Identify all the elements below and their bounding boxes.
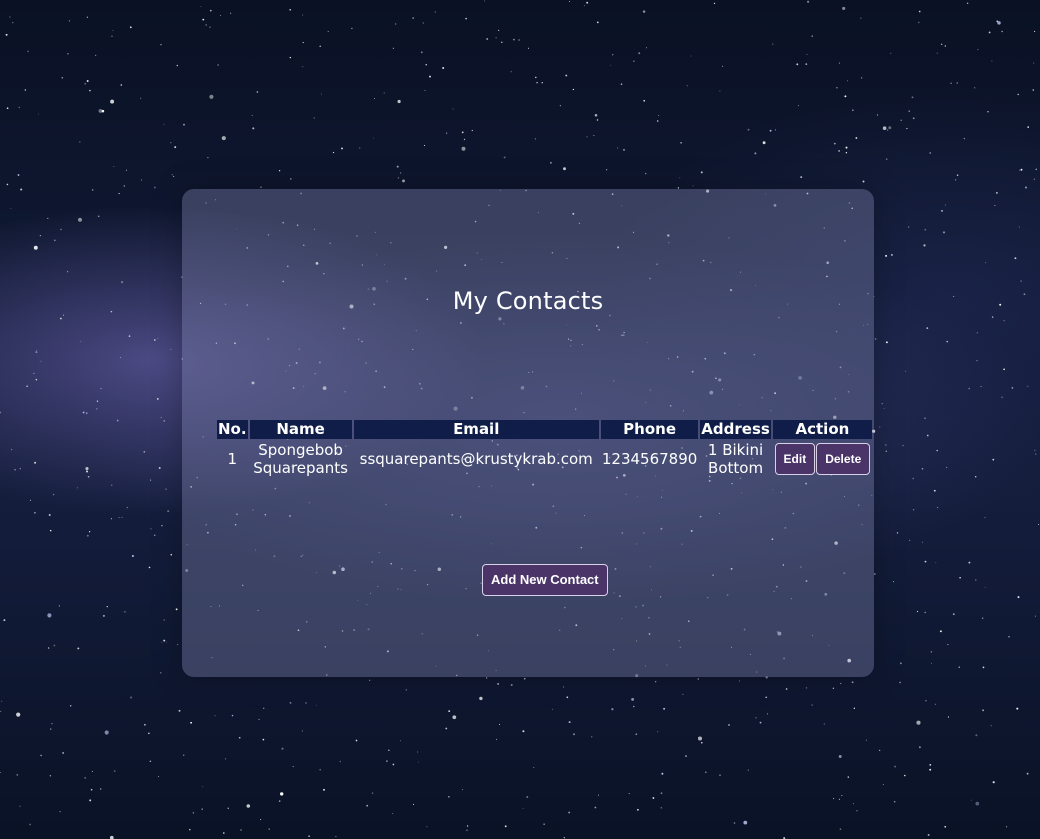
- page-title: My Contacts: [452, 287, 604, 315]
- table-row: 1 Spongebob Squarepants ssquarepants@kru…: [217, 441, 872, 477]
- contact-actions: Edit Delete: [773, 441, 872, 477]
- contact-phone: 1234567890: [601, 450, 698, 468]
- column-header-no: No.: [217, 420, 248, 439]
- contact-name: Spongebob Squarepants: [253, 441, 348, 477]
- delete-button[interactable]: Delete: [816, 443, 871, 475]
- column-header-email: Email: [353, 420, 599, 439]
- edit-button[interactable]: Edit: [774, 443, 816, 475]
- contact-number: 1: [227, 450, 238, 468]
- column-header-action: Action: [772, 420, 872, 439]
- column-header-phone: Phone: [600, 420, 699, 439]
- table-header-row: No. Name Email Phone Address Action: [217, 420, 872, 439]
- contact-address: 1 Bikini Bottom: [707, 441, 764, 477]
- column-header-address: Address: [700, 420, 771, 439]
- contact-email: ssquarepants@krustykrab.com: [359, 450, 593, 468]
- column-header-name: Name: [249, 420, 352, 439]
- contacts-panel: My Contacts No. Name Email Phone Address…: [182, 189, 874, 677]
- contacts-table: No. Name Email Phone Address Action 1 Sp…: [215, 418, 874, 479]
- add-contact-button[interactable]: Add New Contact: [482, 564, 608, 596]
